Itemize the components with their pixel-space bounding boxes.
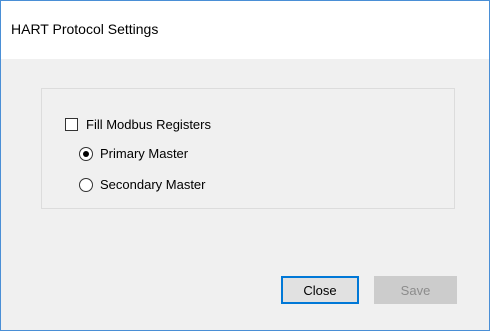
primary-master-radio-row[interactable]: Primary Master: [79, 146, 188, 161]
primary-master-radio[interactable]: [79, 146, 93, 161]
close-button[interactable]: Close: [281, 276, 359, 304]
dialog-window: HART Protocol Settings Fill Modbus Regis…: [0, 0, 490, 331]
secondary-master-radio-row[interactable]: Secondary Master: [79, 177, 206, 192]
fill-modbus-label: Fill Modbus Registers: [86, 117, 211, 132]
secondary-master-radio[interactable]: [79, 177, 93, 192]
primary-master-label: Primary Master: [100, 146, 189, 161]
save-button[interactable]: Save: [374, 276, 457, 304]
fill-modbus-checkbox[interactable]: [65, 118, 78, 131]
window-title: HART Protocol Settings: [11, 21, 159, 37]
fill-modbus-checkbox-row[interactable]: Fill Modbus Registers: [65, 117, 211, 132]
title-bar[interactable]: HART Protocol Settings: [1, 1, 489, 59]
secondary-master-label: Secondary Master: [100, 177, 206, 192]
